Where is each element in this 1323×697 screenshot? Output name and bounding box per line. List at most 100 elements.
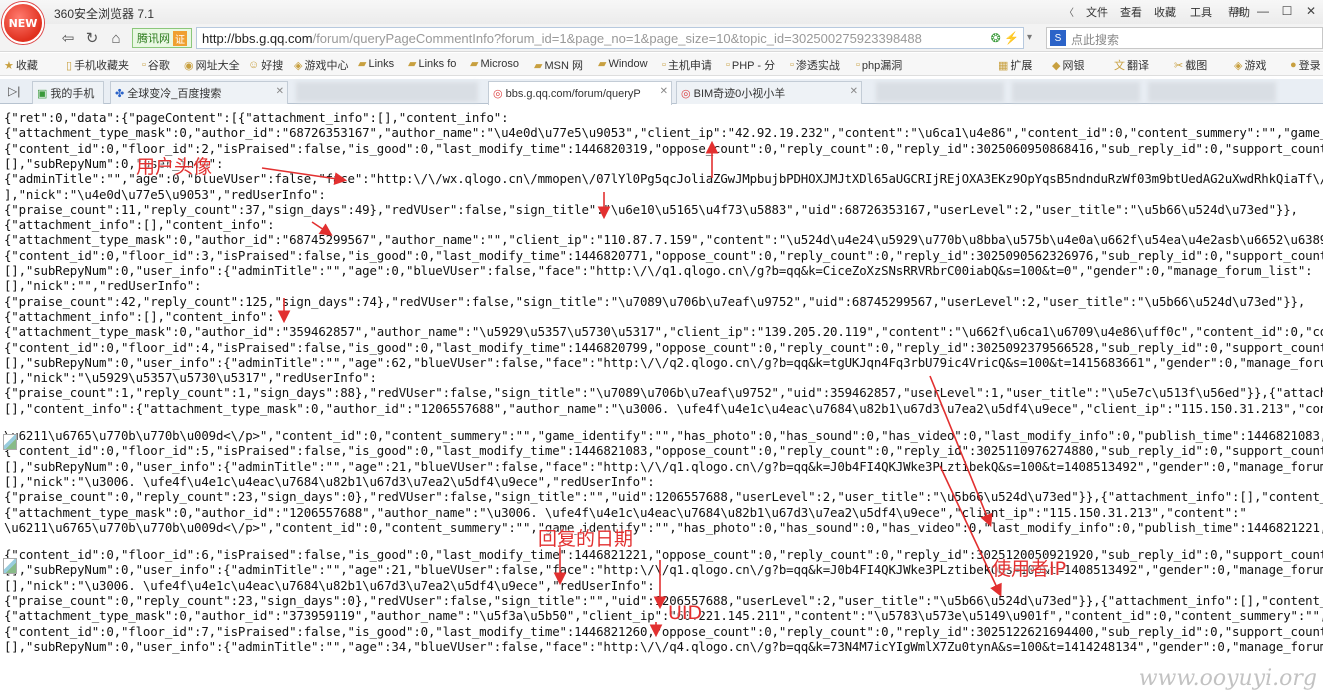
search-engine-icon[interactable]: S bbox=[1050, 30, 1066, 46]
menu-icon[interactable]: ≡ bbox=[1227, 0, 1251, 22]
bookmark-microsoft[interactable]: ▰ Microso bbox=[470, 57, 519, 71]
toolbar-login[interactable]: ● 登录 bbox=[1290, 57, 1321, 73]
bookmark-mobile[interactable]: ▯ 手机收藏夹 bbox=[66, 57, 129, 73]
bookmark-label: PHP - 分 bbox=[731, 60, 776, 72]
refresh-icon[interactable]: ↻ bbox=[82, 28, 102, 48]
address-bar[interactable]: http://bbs.g.qq.com/forum/queryPageComme… bbox=[196, 27, 1024, 49]
title-bar: NEW 360安全浏览器 7.1 〈 文件 查看 收藏 工具 帮助 ≡ — ☐ … bbox=[0, 0, 1323, 44]
bookmarks-bar: ★ 收藏 ▯ 手机收藏夹 ▫ 谷歌 ◉ 网址大全 ☺ 好搜 ◈ 游戏中心 ▰ Links ▰ L… bbox=[0, 53, 1323, 76]
folder-icon: ▰ bbox=[534, 59, 543, 72]
screenshot-icon: ✂ bbox=[1174, 59, 1184, 72]
tab-label: bbs.g.qq.com/forum/queryP bbox=[505, 87, 641, 100]
toolbar-label: 截图 bbox=[1185, 60, 1208, 72]
bookmark-label: 渗透实战 bbox=[795, 60, 840, 72]
toolbar-banking[interactable]: ◆ 网银 bbox=[1052, 57, 1084, 73]
menu-file[interactable]: 文件 bbox=[1080, 4, 1114, 20]
toolbar-label: 游戏 bbox=[1244, 60, 1267, 72]
folder-icon: ▰ bbox=[408, 58, 417, 70]
home-icon[interactable]: ⌂ bbox=[106, 28, 126, 48]
tab-active-forum[interactable]: ◎ bbs.g.qq.com/forum/queryP ✕ bbox=[488, 81, 672, 105]
page-icon: ◎ bbox=[493, 88, 503, 100]
page-icon: ▫ bbox=[142, 59, 146, 71]
close-tab-icon[interactable]: ✕ bbox=[276, 86, 284, 97]
sidebar-toggle-icon[interactable]: ▷| bbox=[8, 84, 20, 98]
close-icon[interactable]: ✕ bbox=[1299, 0, 1323, 22]
bookmark-php-vuln[interactable]: ▫ php漏洞 bbox=[856, 57, 902, 73]
blurred-tab[interactable] bbox=[876, 82, 1004, 102]
toolbar-screenshot[interactable]: ✂ 截图 bbox=[1174, 57, 1207, 73]
page-icon: ▫ bbox=[662, 59, 666, 71]
translate-icon: 文 bbox=[1114, 60, 1125, 72]
toolbar-translate[interactable]: 文翻译 bbox=[1114, 57, 1149, 73]
bookmark-links[interactable]: ▰ Links bbox=[358, 57, 395, 71]
page-content[interactable]: {"ret":0,"data":{"pageContent":[{"attach… bbox=[0, 106, 1323, 697]
folder-icon: ▰ bbox=[598, 58, 607, 70]
menu-collapse-icon[interactable]: 〈 bbox=[1064, 4, 1074, 19]
blurred-tab[interactable] bbox=[296, 82, 478, 102]
bookmark-label: 谷歌 bbox=[147, 60, 170, 72]
tab-my-phone[interactable]: ▣ 我的手机 bbox=[32, 81, 104, 104]
toolbar-label: 登录 bbox=[1298, 60, 1321, 72]
bookmark-favorites[interactable]: ★ 收藏 bbox=[4, 57, 38, 73]
arrow-avatar-face bbox=[261, 167, 348, 185]
annotation-reply-date: 回复的日期 bbox=[538, 528, 634, 550]
address-url[interactable]: http://bbs.g.qq.com/forum/queryPageComme… bbox=[202, 31, 982, 46]
star-icon: ★ bbox=[4, 59, 14, 72]
toolbar-games[interactable]: ◈ 游戏 bbox=[1234, 57, 1266, 73]
bookmark-label: Links fo bbox=[418, 57, 457, 70]
browser-logo-icon[interactable]: NEW bbox=[2, 2, 44, 44]
bookmark-game-center[interactable]: ◈ 游戏中心 bbox=[294, 57, 348, 73]
bookmark-links-fo[interactable]: ▰ Links fo bbox=[408, 57, 457, 71]
search-input[interactable]: 点此搜索 bbox=[1071, 31, 1119, 48]
bookmark-label: 游戏中心 bbox=[304, 60, 349, 72]
tab-baidu-search[interactable]: ✤ 全球变冷_百度搜索 ✕ bbox=[110, 81, 288, 104]
menu-tools[interactable]: 工具 bbox=[1182, 4, 1220, 20]
tab-label: 全球变冷_百度搜索 bbox=[127, 88, 222, 100]
close-tab-icon[interactable]: ✕ bbox=[850, 86, 858, 97]
maximize-icon[interactable]: ☐ bbox=[1275, 0, 1299, 22]
window-controls: ≡ — ☐ ✕ bbox=[1227, 0, 1323, 22]
phone-icon: ▯ bbox=[66, 59, 73, 72]
folder-icon: ▰ bbox=[358, 58, 367, 70]
bookmark-site-directory[interactable]: ◉ 网址大全 bbox=[184, 57, 240, 73]
page-icon: ▫ bbox=[726, 59, 730, 71]
shield-icon: ◆ bbox=[1052, 59, 1061, 72]
toolbar-label: 翻译 bbox=[1127, 60, 1149, 72]
bookmark-label: 网址大全 bbox=[195, 60, 240, 72]
toolbar-extension[interactable]: ▦ 扩展 bbox=[998, 57, 1032, 73]
annotation-arrows bbox=[261, 140, 1002, 638]
tab-label: BIM奇迹0小视小羊 bbox=[693, 88, 786, 100]
page-icon: ◎ bbox=[681, 87, 691, 100]
close-tab-icon[interactable]: ✕ bbox=[660, 86, 668, 97]
site-identity-badge[interactable]: 腾讯网 证 bbox=[132, 28, 192, 48]
bookmark-php[interactable]: ▫ PHP - 分 bbox=[726, 57, 775, 73]
lightning-icon[interactable]: ❂ ⚡ bbox=[991, 31, 1019, 45]
tab-bim[interactable]: ◎ BIM奇迹0小视小羊 ✕ bbox=[676, 81, 862, 104]
phone-icon: ▣ bbox=[37, 87, 48, 100]
bookmark-windows[interactable]: ▰ Window bbox=[598, 57, 648, 71]
arrow-avatar-face-2 bbox=[311, 221, 333, 236]
bookmark-haosou[interactable]: ☺ 好搜 bbox=[248, 57, 283, 73]
search-box[interactable]: S 点此搜索 bbox=[1046, 27, 1323, 49]
bookmark-host-apply[interactable]: ▫ 主机申请 bbox=[662, 57, 712, 73]
bookmark-label: 主机申请 bbox=[667, 60, 712, 72]
dropdown-arrow-icon[interactable]: ▾ bbox=[1027, 32, 1032, 43]
watermark: www.ooyuyi.org bbox=[1138, 666, 1317, 691]
url-path: /forum/queryPageCommentInfo?forum_id=1&p… bbox=[312, 31, 922, 46]
bookmark-label: Window bbox=[608, 57, 648, 70]
menu-favorites[interactable]: 收藏 bbox=[1148, 4, 1182, 20]
blurred-tab[interactable] bbox=[1012, 82, 1140, 102]
bookmark-label: Links bbox=[368, 57, 395, 70]
bookmark-pentest[interactable]: ▫ 渗透实战 bbox=[790, 57, 840, 73]
arrow-ip-2 bbox=[929, 375, 993, 527]
site-identity-label: 腾讯网 bbox=[137, 33, 170, 45]
menu-view[interactable]: 查看 bbox=[1114, 4, 1148, 20]
certificate-label: 证 bbox=[173, 30, 187, 46]
blurred-tab[interactable] bbox=[1148, 82, 1276, 102]
bookmark-msn[interactable]: ▰ MSN 网 bbox=[534, 57, 583, 73]
minimize-icon[interactable]: — bbox=[1251, 0, 1275, 22]
back-icon[interactable]: ⇦ bbox=[58, 28, 78, 48]
bookmark-label: MSN 网 bbox=[544, 60, 583, 72]
bookmark-label: 收藏 bbox=[15, 60, 38, 72]
bookmark-google[interactable]: ▫ 谷歌 bbox=[142, 57, 170, 73]
